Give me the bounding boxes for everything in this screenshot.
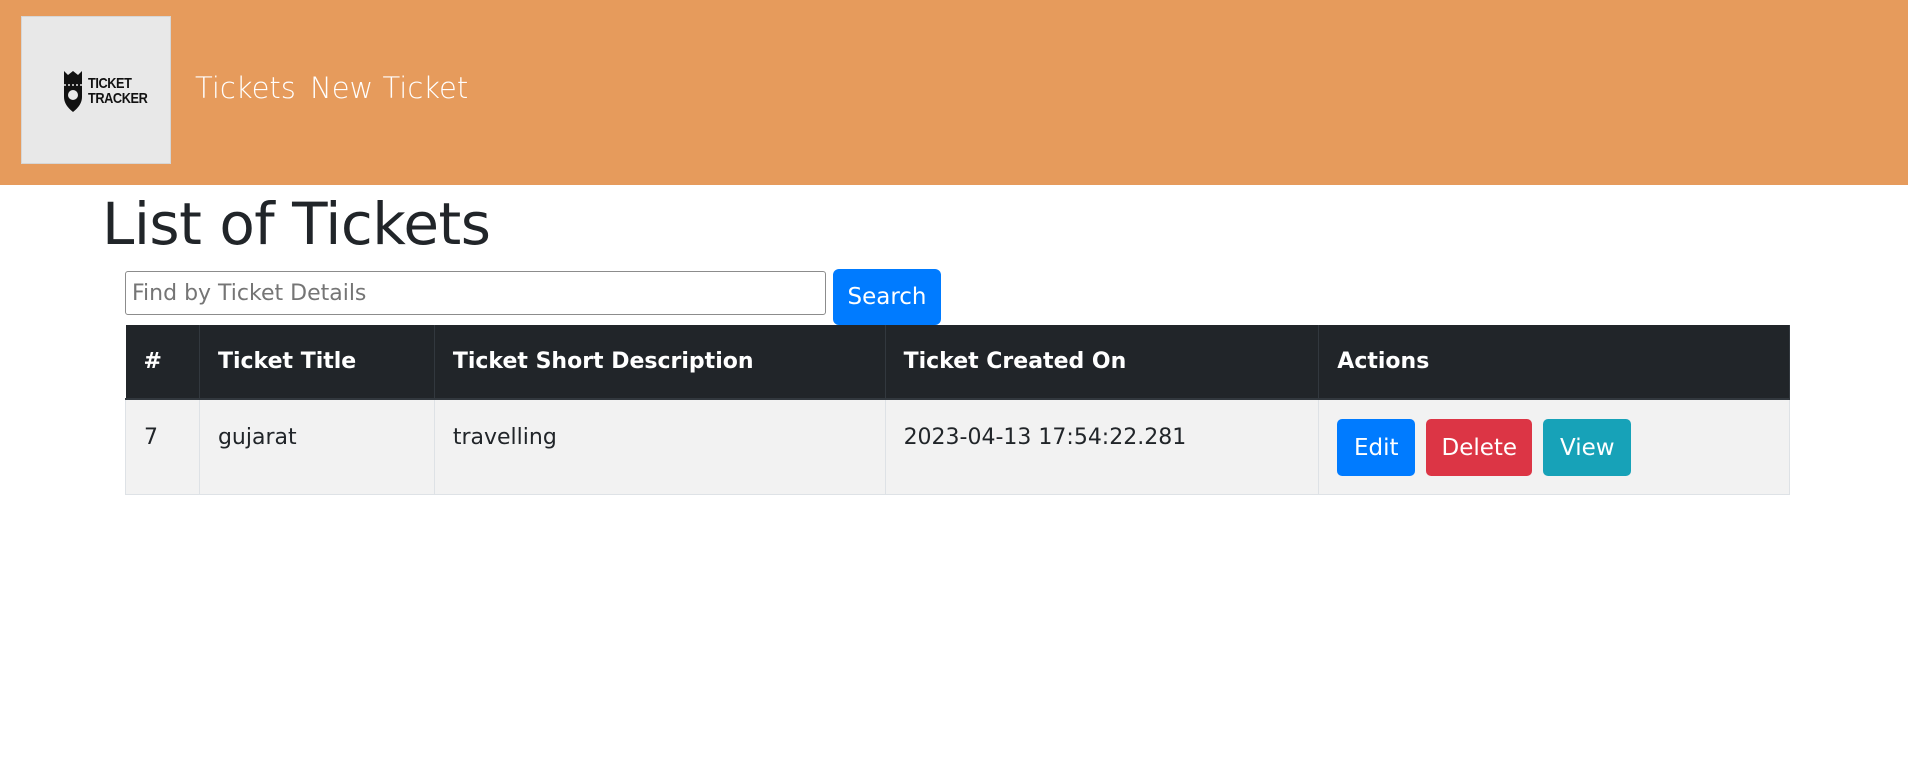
- column-header-actions: Actions: [1318, 325, 1790, 400]
- brand-logo[interactable]: TICKET TRACKER: [21, 16, 171, 164]
- logo-line2: TRACKER: [88, 90, 148, 107]
- nav-link-tickets[interactable]: Tickets: [195, 70, 296, 106]
- ticket-pin-icon: [64, 71, 82, 112]
- cell-id: 7: [125, 398, 200, 495]
- logo-wordmark: TICKET TRACKER: [88, 75, 148, 107]
- cell-created-on: 2023-04-13 17:54:22.281: [884, 398, 1320, 495]
- table-row: 7 gujarat travelling 2023-04-13 17:54:22…: [125, 398, 1790, 495]
- cell-actions: Edit Delete View: [1318, 398, 1790, 495]
- table-body: 7 gujarat travelling 2023-04-13 17:54:22…: [125, 398, 1790, 495]
- delete-button[interactable]: Delete: [1426, 419, 1533, 476]
- cell-description: travelling: [433, 398, 886, 495]
- column-header-created-on: Ticket Created On: [885, 325, 1320, 400]
- column-header-title: Ticket Title: [199, 325, 435, 400]
- search-input[interactable]: [125, 271, 826, 315]
- cell-title: gujarat: [198, 398, 435, 495]
- logo-line1: TICKET: [88, 75, 132, 92]
- page-title: List of Tickets: [102, 190, 491, 258]
- column-header-number: #: [125, 325, 200, 400]
- tickets-table: # Ticket Title Ticket Short Description …: [125, 325, 1790, 495]
- nav-link-new-ticket[interactable]: New Ticket: [310, 70, 468, 106]
- column-header-description: Ticket Short Description: [434, 325, 886, 400]
- navbar: TICKET TRACKER Tickets New Ticket: [0, 0, 1908, 185]
- view-button[interactable]: View: [1543, 419, 1632, 476]
- search-button[interactable]: Search: [833, 269, 941, 325]
- logo-mark: TICKET TRACKER: [62, 69, 158, 113]
- table-header-row: # Ticket Title Ticket Short Description …: [125, 325, 1790, 400]
- table-header: # Ticket Title Ticket Short Description …: [125, 325, 1790, 400]
- edit-button[interactable]: Edit: [1337, 419, 1416, 476]
